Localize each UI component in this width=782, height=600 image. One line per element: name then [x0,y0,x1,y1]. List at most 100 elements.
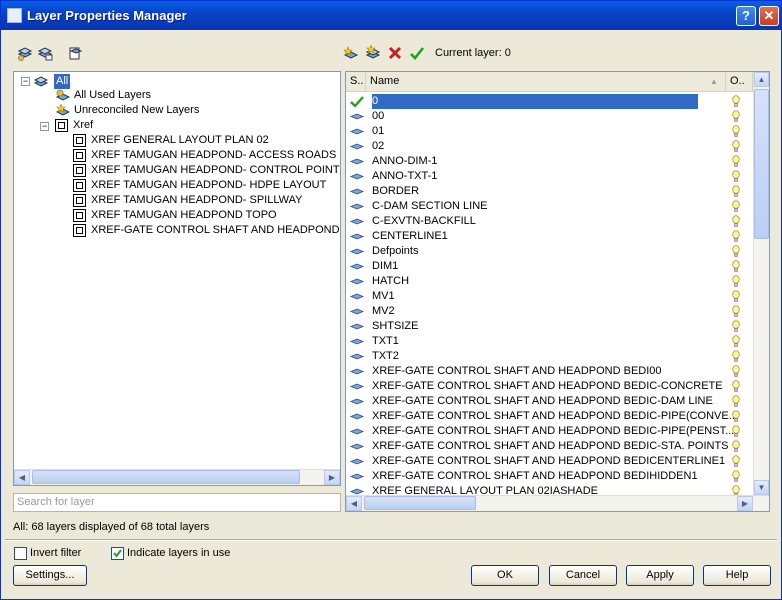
tree-horizontal-scrollbar[interactable]: ◀ ▶ [14,469,340,485]
indicate-layers-in-use-checkbox[interactable] [111,547,124,560]
collapse-xref-icon[interactable]: − [40,122,49,131]
help-title-button[interactable]: ? [736,6,756,26]
lightbulb-on-icon[interactable] [732,350,740,363]
list-hscroll-thumb[interactable] [364,496,476,510]
layer-name[interactable]: 01 [372,124,384,139]
layer-name[interactable]: 00 [372,109,384,124]
layer-row[interactable]: XREF-GATE CONTROL SHAFT AND HEADPOND BED… [346,394,753,409]
layer-row[interactable]: ANNO-TXT-1 [346,169,753,184]
list-vertical-scrollbar[interactable]: ▲ ▼ [753,72,769,496]
help-button[interactable]: Help [703,565,771,586]
delete-layer-icon[interactable] [387,45,403,61]
lightbulb-on-icon[interactable] [732,185,740,198]
tree-node-xref-item[interactable]: XREF GENERAL LAYOUT PLAN 02 [91,133,269,148]
scroll-up-icon[interactable]: ▲ [754,72,769,87]
layer-name[interactable]: C-DAM SECTION LINE [372,199,488,214]
tree-node-xref-item[interactable]: XREF TAMUGAN HEADPOND- ACCESS ROADS [91,148,336,163]
tree-node-xref-item[interactable]: XREF TAMUGAN HEADPOND- CONTROL POINTS AN [91,163,340,178]
layer-row[interactable]: 01 [346,124,753,139]
lightbulb-on-icon[interactable] [732,200,740,213]
status-column-header[interactable]: S.. [346,72,366,91]
lightbulb-on-icon[interactable] [732,125,740,138]
on-column-header[interactable]: O.. [726,72,753,91]
list-scroll-right-icon[interactable]: ▶ [737,496,753,511]
lightbulb-on-icon[interactable] [732,455,740,468]
scroll-left-icon[interactable]: ◀ [14,470,30,485]
layer-row[interactable]: XREF-GATE CONTROL SHAFT AND HEADPOND BED… [346,379,753,394]
layer-row[interactable]: Defpoints [346,244,753,259]
scroll-down-icon[interactable]: ▼ [754,480,769,495]
lightbulb-on-icon[interactable] [732,380,740,393]
layer-name[interactable]: BORDER [372,184,419,199]
layer-name[interactable]: XREF-GATE CONTROL SHAFT AND HEADPOND BED… [372,379,723,394]
layer-row[interactable]: 0 [346,94,753,109]
list-scroll-thumb[interactable] [754,89,769,239]
lightbulb-on-icon[interactable] [732,260,740,273]
lightbulb-on-icon[interactable] [732,440,740,453]
layer-row[interactable]: XREF-GATE CONTROL SHAFT AND HEADPOND BED… [346,439,753,454]
layer-name[interactable]: DIM1 [372,259,398,274]
lightbulb-on-icon[interactable] [732,290,740,303]
lightbulb-on-icon[interactable] [732,320,740,333]
layer-name[interactable]: XREF-GATE CONTROL SHAFT AND HEADPOND BED… [372,409,738,424]
invert-filter-checkbox[interactable] [14,547,27,560]
ok-button[interactable]: OK [471,565,539,586]
scroll-thumb[interactable] [32,470,300,484]
tree-node-all-used-layers[interactable]: All Used Layers [74,88,151,103]
list-horizontal-scrollbar[interactable]: ◀ ▶ [346,495,769,511]
layer-name[interactable]: 02 [372,139,384,154]
layer-name[interactable]: MV1 [372,289,395,304]
list-scroll-left-icon[interactable]: ◀ [346,496,362,511]
layer-row[interactable]: CENTERLINE1 [346,229,753,244]
settings-button[interactable]: Settings... [13,565,87,586]
layer-name[interactable]: SHTSIZE [372,319,418,334]
scroll-right-icon[interactable]: ▶ [324,470,340,485]
layer-row[interactable]: XREF-GATE CONTROL SHAFT AND HEADPOND BED… [346,364,753,379]
lightbulb-on-icon[interactable] [732,305,740,318]
tree-node-xref[interactable]: Xref [73,118,93,133]
layer-row[interactable]: C-DAM SECTION LINE [346,199,753,214]
layer-row[interactable]: TXT1 [346,334,753,349]
apply-button[interactable]: Apply [626,565,694,586]
filter-tree[interactable]: − All All Used Layers Unreconciled New L… [13,71,341,486]
lightbulb-on-icon[interactable] [732,230,740,243]
lightbulb-on-icon[interactable] [732,110,740,123]
lightbulb-on-icon[interactable] [732,275,740,288]
lightbulb-on-icon[interactable] [732,335,740,348]
tree-node-xref-item[interactable]: XREF-GATE CONTROL SHAFT AND HEADPOND BED… [91,223,340,238]
layer-row[interactable]: MV1 [346,289,753,304]
lightbulb-on-icon[interactable] [732,470,740,483]
layer-name[interactable]: XREF-GATE CONTROL SHAFT AND HEADPOND BED… [372,424,734,439]
new-group-filter-icon[interactable] [37,45,53,61]
layer-row[interactable]: MV2 [346,304,753,319]
layer-name[interactable]: 0 [372,94,698,109]
layer-row[interactable]: TXT2 [346,349,753,364]
new-layer-icon[interactable] [343,45,359,61]
tree-node-all[interactable]: All [54,74,71,89]
layer-row[interactable]: 02 [346,139,753,154]
layer-row[interactable]: HATCH [346,274,753,289]
close-button[interactable]: ✕ [759,6,779,26]
layer-name[interactable]: XREF-GATE CONTROL SHAFT AND HEADPOND BED… [372,469,698,484]
new-layer-vp-frozen-icon[interactable] [365,45,381,61]
layer-name[interactable]: C-EXVTN-BACKFILL [372,214,476,229]
layer-row[interactable]: DIM1 [346,259,753,274]
layer-row[interactable]: XREF-GATE CONTROL SHAFT AND HEADPOND BED… [346,424,753,439]
lightbulb-on-icon[interactable] [732,410,740,423]
lightbulb-on-icon[interactable] [732,215,740,228]
layer-name[interactable]: XREF-GATE CONTROL SHAFT AND HEADPOND BED… [372,439,729,454]
layer-name[interactable]: ANNO-DIM-1 [372,154,437,169]
lightbulb-on-icon[interactable] [732,395,740,408]
cancel-button[interactable]: Cancel [549,565,617,586]
layer-name[interactable]: TXT2 [372,349,399,364]
layer-name[interactable]: XREF-GATE CONTROL SHAFT AND HEADPOND BED… [372,454,725,469]
lightbulb-on-icon[interactable] [732,170,740,183]
layer-name[interactable]: MV2 [372,304,395,319]
layer-row[interactable]: C-EXVTN-BACKFILL [346,214,753,229]
layer-states-manager-icon[interactable] [67,45,83,61]
layer-name[interactable]: Defpoints [372,244,418,259]
tree-node-unreconciled-new-layers[interactable]: Unreconciled New Layers [74,103,199,118]
tree-node-xref-item[interactable]: XREF TAMUGAN HEADPOND- SPILLWAY [91,193,302,208]
lightbulb-on-icon[interactable] [732,425,740,438]
layer-name[interactable]: XREF-GATE CONTROL SHAFT AND HEADPOND BED… [372,394,713,409]
